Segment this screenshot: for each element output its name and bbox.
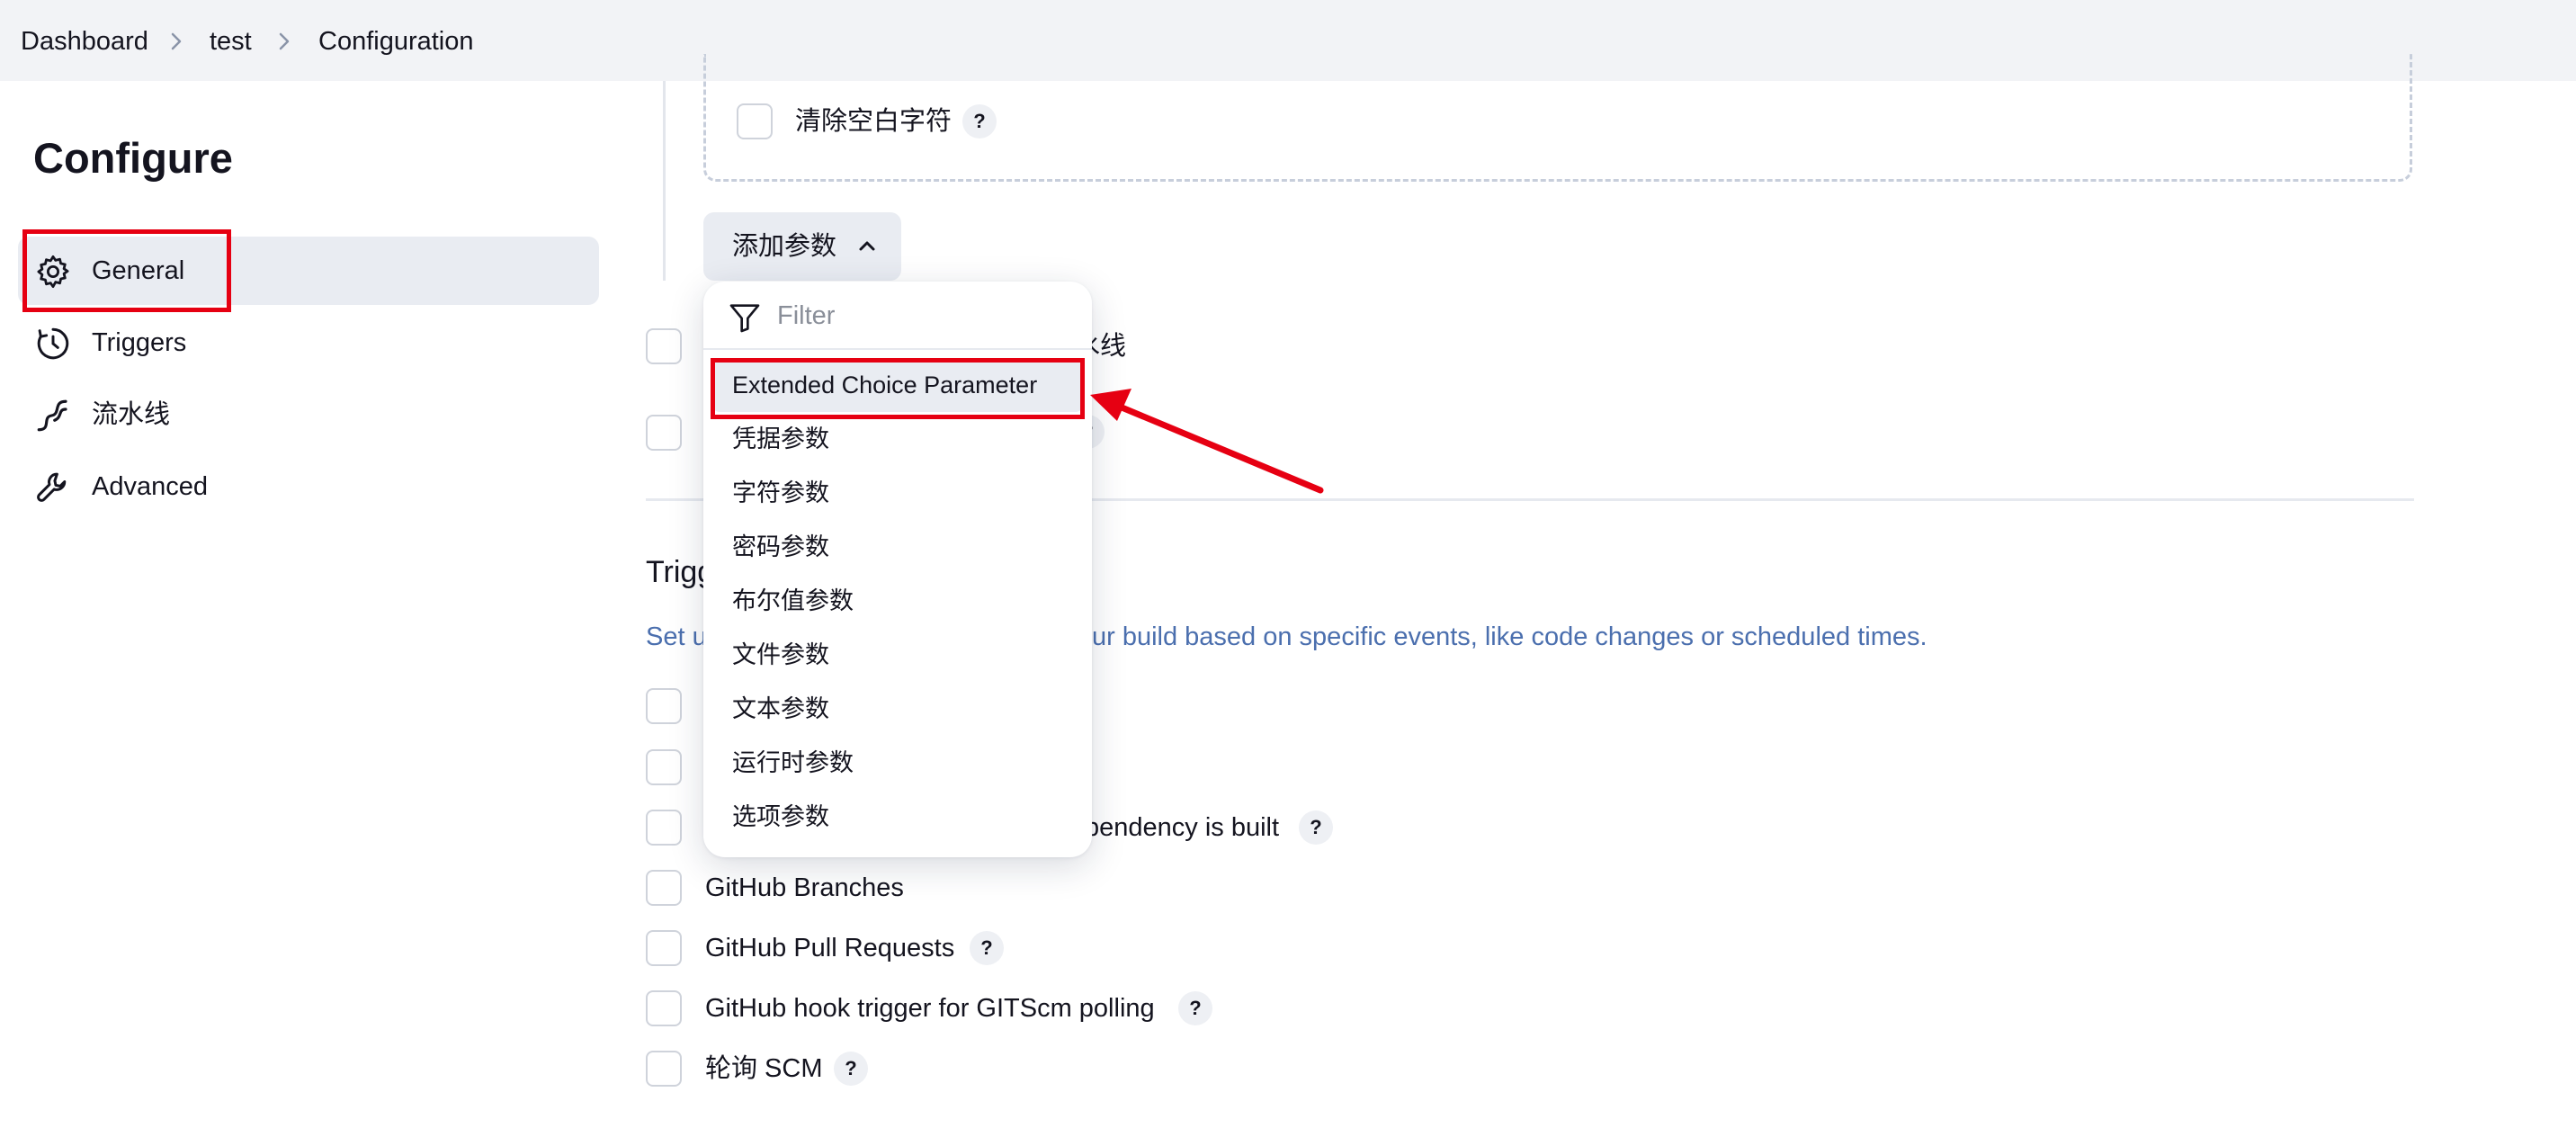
dropdown-item[interactable]: 字符参数 xyxy=(712,466,1083,520)
trim-whitespace-label: 清除空白字符 xyxy=(795,107,953,136)
dropdown-item-label: 选项参数 xyxy=(732,803,829,830)
chevron-right-icon xyxy=(171,32,182,50)
trigger-checkbox-poll-scm[interactable] xyxy=(646,1051,682,1087)
page-title: Configure xyxy=(33,134,233,182)
breadcrumb-test[interactable]: test xyxy=(210,25,252,58)
dropdown-item[interactable]: 文本参数 xyxy=(712,682,1083,736)
help-button[interactable]: ? xyxy=(962,104,997,139)
dropdown-item-label: 凭据参数 xyxy=(732,425,829,452)
triggers-description: Set u xyxy=(646,622,707,651)
trigger-checkbox-github-branches[interactable] xyxy=(646,870,682,906)
section-divider-line xyxy=(663,81,666,281)
trim-whitespace-checkbox[interactable] xyxy=(737,103,773,139)
dropdown-item[interactable]: 选项参数 xyxy=(712,790,1083,844)
sidebar-item-triggers[interactable]: Triggers xyxy=(18,309,599,377)
dropdown-item-label: 字符参数 xyxy=(732,479,829,506)
sidebar-item-label: 流水线 xyxy=(92,400,171,429)
filter-icon xyxy=(729,304,760,333)
dropdown-item[interactable]: 布尔值参数 xyxy=(712,574,1083,628)
option-checkbox[interactable] xyxy=(646,328,682,364)
add-parameter-button[interactable]: 添加参数 xyxy=(703,212,901,281)
help-button[interactable]: ? xyxy=(1178,991,1212,1025)
wrench-icon xyxy=(37,472,67,502)
filter-input[interactable] xyxy=(777,296,1065,336)
sidebar-item-label: Triggers xyxy=(92,328,187,357)
dropdown-item[interactable]: 运行时参数 xyxy=(712,736,1083,790)
help-button[interactable]: ? xyxy=(1299,810,1333,845)
breadcrumb-configuration[interactable]: Configuration xyxy=(318,25,474,58)
dropdown-item-label: 布尔值参数 xyxy=(732,587,854,614)
parameter-card xyxy=(703,54,2412,182)
sidebar-item-pipeline[interactable]: 流水线 xyxy=(18,380,599,449)
help-button[interactable]: ? xyxy=(970,931,1004,965)
sidebar-item-advanced[interactable]: Advanced xyxy=(18,452,599,521)
trigger-label: GitHub Branches xyxy=(705,873,904,902)
trigger-checkbox-github-hook[interactable] xyxy=(646,990,682,1026)
triggers-description-continued: ur build based on specific events, like … xyxy=(1092,622,1928,651)
breadcrumb-dashboard[interactable]: Dashboard xyxy=(21,25,148,58)
help-button[interactable]: ? xyxy=(834,1052,868,1086)
dropdown-item[interactable]: 凭据参数 xyxy=(712,412,1083,466)
trigger-checkbox[interactable] xyxy=(646,749,682,785)
dropdown-item-label: 文件参数 xyxy=(732,641,829,668)
option-checkbox[interactable] xyxy=(646,415,682,451)
pipeline-icon xyxy=(37,399,67,432)
dropdown-item[interactable]: 密码参数 xyxy=(712,520,1083,574)
annotation-arrow-icon xyxy=(1090,389,1324,494)
dropdown-item-label: 密码参数 xyxy=(732,533,829,560)
clock-icon xyxy=(37,327,69,360)
dropdown-item-label: 文本参数 xyxy=(732,695,829,722)
annotation-highlight-box xyxy=(22,229,231,312)
trigger-label: GitHub Pull Requests xyxy=(705,934,955,962)
add-parameter-label: 添加参数 xyxy=(732,232,837,261)
trigger-checkbox[interactable] xyxy=(646,810,682,846)
trigger-checkbox[interactable] xyxy=(646,688,682,724)
dropdown-item[interactable]: 文件参数 xyxy=(712,628,1083,682)
sidebar-item-label: Advanced xyxy=(92,472,208,501)
dropdown-divider xyxy=(703,348,1092,350)
trigger-label: pendency is built xyxy=(1085,813,1280,842)
annotation-highlight-box xyxy=(711,358,1085,419)
trigger-label: 轮询 SCM xyxy=(705,1054,823,1083)
chevron-up-icon xyxy=(859,241,875,251)
chevron-right-icon xyxy=(279,32,290,50)
dropdown-item-label: 运行时参数 xyxy=(732,749,854,776)
trigger-label: GitHub hook trigger for GITScm polling xyxy=(705,994,1155,1023)
trigger-checkbox-github-pull-requests[interactable] xyxy=(646,930,682,966)
